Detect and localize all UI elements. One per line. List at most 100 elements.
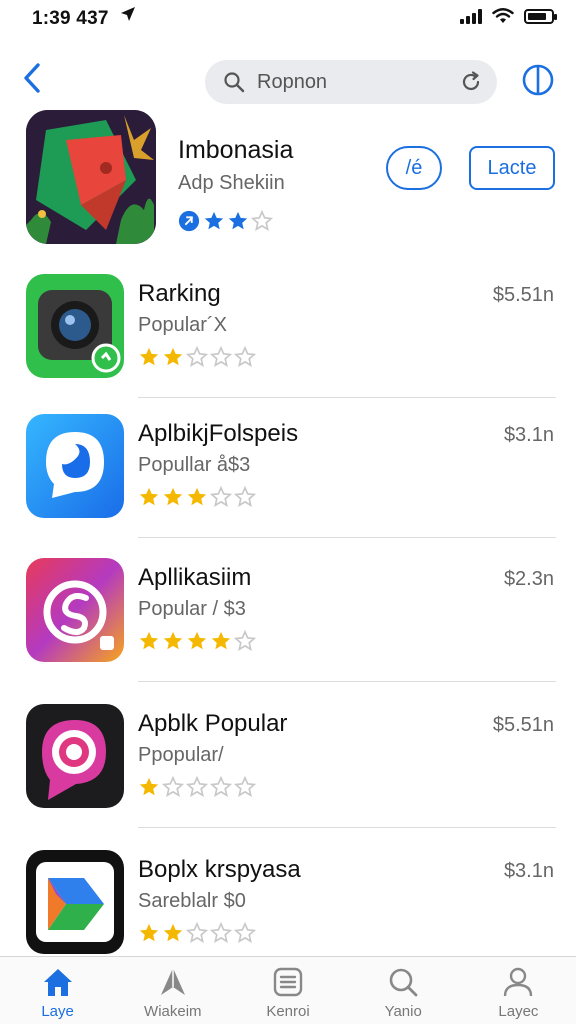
featured-stars (203, 210, 273, 232)
star-filled-icon (139, 487, 159, 506)
star-filled-icon (211, 631, 231, 650)
tab-label: Wiakeim (144, 1003, 202, 1020)
app-subtitle: Popullar å$3 (138, 454, 251, 476)
app-subtitle: Sareblalr $0 (138, 890, 246, 912)
app-price: $5.51n (492, 714, 554, 736)
search-input[interactable]: Ropnon (205, 60, 497, 104)
app-rating (138, 922, 256, 944)
search-icon (224, 72, 245, 93)
battery-icon (524, 8, 557, 24)
person-icon (504, 967, 533, 997)
app-rating (138, 630, 256, 652)
camera-app-icon (26, 274, 124, 378)
star-empty-icon (186, 346, 208, 367)
location-arrow-icon (121, 7, 135, 21)
badge-icon (178, 210, 200, 232)
folded-document-app-icon (26, 850, 124, 954)
star-empty-icon (234, 346, 256, 367)
app-name: AplbikjFolspeis (138, 420, 299, 447)
featured-app-subtitle: Adp Shekiin (178, 172, 285, 194)
cellular-signal-icon (460, 8, 482, 24)
featured-app-icon (26, 110, 156, 244)
tab-label: Laye (41, 1003, 74, 1020)
app-name: Apllikasiim (138, 564, 252, 591)
app-price: $2.3n (503, 568, 554, 590)
star-empty-icon (210, 486, 232, 507)
wifi-icon (492, 8, 514, 23)
divider (138, 827, 556, 828)
tab-profile[interactable]: Layec (461, 957, 576, 1024)
app-subtitle: Popular´X (138, 314, 227, 336)
list-item[interactable]: Boplx krspyasa Sareblalr $0 $3.1n (0, 838, 576, 974)
app-subtitle: Ppopular/ (138, 744, 224, 766)
star-filled-icon (204, 211, 224, 230)
star-filled-icon (139, 923, 159, 942)
status-bar: 1:39 437 (0, 0, 576, 36)
app-name: Apblk Popular (138, 710, 288, 737)
star-filled-icon (187, 487, 207, 506)
star-filled-icon (163, 487, 183, 506)
games-icon (160, 968, 185, 995)
list-item[interactable]: Apllikasiim Popular / $3 $2.3n (0, 546, 576, 682)
tab-label: Yanio (384, 1003, 422, 1020)
star-empty-icon (234, 776, 256, 797)
star-empty-icon (210, 922, 232, 943)
list-item[interactable]: Rarking Popular´X $5.51n (0, 262, 576, 398)
star-filled-icon (163, 347, 183, 366)
star-empty-icon (251, 210, 273, 231)
divider (138, 397, 556, 398)
app-subtitle: Popular / $3 (138, 598, 246, 620)
featured-app[interactable]: Imbonasia Adp Shekiin /é Lacte (0, 106, 576, 246)
search-icon (389, 968, 418, 997)
info-icon (522, 64, 554, 96)
back-button[interactable] (14, 58, 50, 98)
tab-label: Kenroi (266, 1003, 310, 1020)
chevron-left-icon (24, 63, 40, 93)
featured-rating (178, 210, 273, 232)
target-chat-app-icon (26, 704, 124, 808)
star-filled-icon (163, 923, 183, 942)
app-price: $3.1n (503, 860, 554, 882)
app-rating (138, 486, 256, 508)
later-button[interactable]: Lacte (469, 146, 555, 190)
star-filled-icon (139, 631, 159, 650)
list-item[interactable]: AplbikjFolspeis Popullar å$3 $3.1n (0, 402, 576, 538)
star-empty-icon (162, 776, 184, 797)
tab-games[interactable]: Wiakeim (115, 957, 230, 1024)
info-button[interactable] (518, 60, 558, 100)
star-filled-icon (139, 347, 159, 366)
list-item[interactable]: Apblk Popular Ppopular/ $5.51n (0, 692, 576, 828)
star-filled-icon (187, 631, 207, 650)
tab-label: Layec (498, 1003, 539, 1020)
star-empty-icon (210, 776, 232, 797)
star-empty-icon (234, 630, 256, 651)
star-filled-icon (163, 631, 183, 650)
search-text: Ropnon (257, 70, 328, 93)
status-time: 1:39 437 (32, 8, 109, 29)
divider (138, 681, 556, 682)
apps-icon (273, 967, 303, 997)
home-icon (43, 969, 72, 996)
star-empty-icon (186, 776, 208, 797)
app-name: Rarking (138, 280, 221, 307)
star-empty-icon (210, 346, 232, 367)
chat-bubble-app-icon (26, 414, 124, 518)
star-empty-icon (186, 922, 208, 943)
get-button[interactable]: /é (386, 146, 442, 190)
star-empty-icon (234, 922, 256, 943)
star-empty-icon (234, 486, 256, 507)
divider (138, 537, 556, 538)
refresh-icon[interactable] (459, 70, 483, 94)
star-filled-icon (139, 777, 159, 796)
status-indicators (460, 8, 557, 24)
app-rating (138, 346, 256, 368)
tab-apps[interactable]: Kenroi (230, 957, 345, 1024)
gradient-s-app-icon (26, 558, 124, 662)
tab-home[interactable]: Laye (0, 957, 115, 1024)
star-filled-icon (228, 211, 248, 230)
tab-bar: Laye Wiakeim Kenroi Yanio Layec (0, 956, 576, 1024)
featured-app-title: Imbonasia (178, 136, 294, 164)
tab-search[interactable]: Yanio (346, 957, 461, 1024)
app-price: $5.51n (492, 284, 554, 306)
app-rating (138, 776, 256, 798)
